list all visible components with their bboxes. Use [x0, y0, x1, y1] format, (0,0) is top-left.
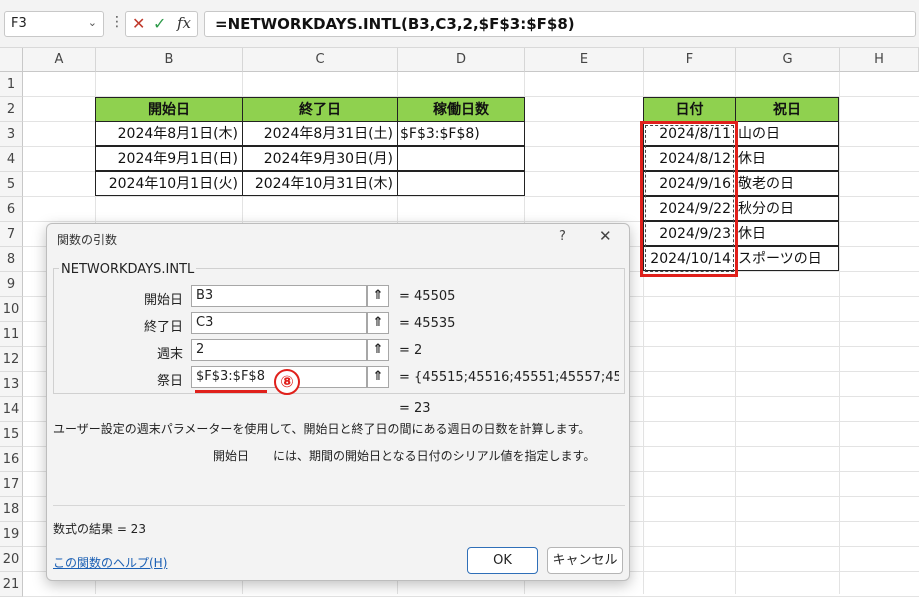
select-all-corner[interactable]	[0, 48, 23, 72]
collapse-ref-icon[interactable]: ⇑	[367, 339, 389, 361]
cell-c3[interactable]: 2024年8月31日(土)	[242, 121, 398, 146]
arg-result-start: = 45505	[399, 289, 456, 304]
row-header[interactable]: 21	[0, 572, 23, 597]
holiday-name-cell[interactable]: 秋分の日	[735, 196, 839, 221]
total-result: = 23	[399, 401, 431, 416]
annotation-step-badge: ⑧	[274, 369, 300, 395]
header-date[interactable]: 日付	[643, 97, 736, 122]
arg-help-text: には、期間の開始日となる日付のシリアル値を指定します。	[273, 449, 596, 463]
grid-line	[839, 72, 840, 594]
row-header[interactable]: 7	[0, 222, 23, 247]
row-header[interactable]: 17	[0, 472, 23, 497]
collapse-ref-icon[interactable]: ⇑	[367, 366, 389, 388]
cancel-icon[interactable]: ✕	[132, 14, 145, 33]
header-workdays[interactable]: 稼働日数	[397, 97, 525, 122]
name-box[interactable]: F3 ⌄	[4, 11, 104, 37]
holiday-name-cell[interactable]: 休日	[735, 221, 839, 246]
row-header[interactable]: 3	[0, 122, 23, 147]
row-header[interactable]: 8	[0, 247, 23, 272]
cell-d4[interactable]	[397, 146, 525, 171]
arg-result-weekend: = 2	[399, 343, 423, 358]
holiday-name-cell[interactable]: 休日	[735, 146, 839, 171]
arg-input-weekend[interactable]: 2	[191, 339, 367, 361]
formula-buttons: ✕ ✓ fx	[125, 11, 198, 37]
row-header[interactable]: 19	[0, 522, 23, 547]
collapse-ref-icon[interactable]: ⇑	[367, 312, 389, 334]
formula-input[interactable]: =NETWORKDAYS.INTL(B3,C3,2,$F$3:$F$8)	[204, 11, 916, 37]
row-header[interactable]: 14	[0, 397, 23, 422]
annotation-underline	[195, 390, 267, 393]
cell-b3[interactable]: 2024年8月1日(木)	[95, 121, 243, 146]
arg-input-end[interactable]: C3	[191, 312, 367, 334]
function-description: ユーザー設定の週末パラメーターを使用して、開始日と終了日の間にある週日の日数を計…	[53, 422, 591, 436]
row-header[interactable]: 16	[0, 447, 23, 472]
row-header[interactable]: 2	[0, 97, 23, 122]
arg-result-holidays: = {45515;45516;45551;45557;45558	[399, 370, 619, 385]
row-header[interactable]: 1	[0, 72, 23, 97]
row-header[interactable]: 13	[0, 372, 23, 397]
column-header[interactable]: E	[525, 48, 644, 72]
column-header[interactable]: F	[644, 48, 736, 72]
arg-label-end: 終了日	[143, 320, 183, 335]
header-end-date[interactable]: 終了日	[242, 97, 398, 122]
holiday-name-cell[interactable]: スポーツの日	[735, 246, 839, 271]
close-icon[interactable]: ✕	[599, 227, 612, 245]
row-header[interactable]: 18	[0, 497, 23, 522]
insert-function-icon[interactable]: fx	[177, 14, 191, 32]
function-help-link[interactable]: この関数のヘルプ(H)	[53, 554, 167, 571]
arg-input-start[interactable]: B3	[191, 285, 367, 307]
column-header[interactable]: A	[23, 48, 96, 72]
dialog-title: 関数の引数	[57, 233, 118, 247]
cell-c5[interactable]: 2024年10月31日(木)	[242, 171, 398, 196]
function-name: NETWORKDAYS.INTL	[59, 262, 197, 277]
holiday-name-cell[interactable]: 山の日	[735, 121, 839, 146]
name-box-value: F3	[11, 16, 27, 31]
check-icon[interactable]: ✓	[153, 14, 166, 33]
arg-help-label: 開始日	[213, 449, 250, 463]
arg-label-start: 開始日	[143, 293, 183, 308]
cell-c4[interactable]: 2024年9月30日(月)	[242, 146, 398, 171]
formula-bar: F3 ⌄ ⋮ ✕ ✓ fx =NETWORKDAYS.INTL(B3,C3,2,…	[0, 0, 919, 48]
divider	[53, 505, 625, 506]
column-header[interactable]: D	[398, 48, 525, 72]
arg-result-end: = 45535	[399, 316, 456, 331]
cell-d3[interactable]: $F$3:$F$8)	[397, 121, 525, 146]
arg-label-holidays: 祭日	[156, 374, 183, 389]
more-icon[interactable]: ⋮	[110, 14, 124, 30]
row-header[interactable]: 11	[0, 322, 23, 347]
header-start-date[interactable]: 開始日	[95, 97, 243, 122]
row-header[interactable]: 4	[0, 147, 23, 172]
row-header[interactable]: 10	[0, 297, 23, 322]
formula-result: 数式の結果 = 23	[53, 522, 146, 536]
row-header[interactable]: 20	[0, 547, 23, 572]
column-header[interactable]: G	[736, 48, 840, 72]
holiday-name-cell[interactable]: 敬老の日	[735, 171, 839, 196]
row-header[interactable]: 9	[0, 272, 23, 297]
row-header[interactable]: 15	[0, 422, 23, 447]
chevron-down-icon[interactable]: ⌄	[88, 16, 97, 29]
function-arguments-dialog: 関数の引数 ? ✕ NETWORKDAYS.INTL 開始日 B3 ⇑ = 45…	[46, 223, 630, 581]
help-icon[interactable]: ?	[559, 229, 566, 244]
row-header[interactable]: 5	[0, 172, 23, 197]
ok-button[interactable]: OK	[467, 547, 538, 574]
row-header[interactable]: 6	[0, 197, 23, 222]
cell-b5[interactable]: 2024年10月1日(火)	[95, 171, 243, 196]
selection-marquee	[645, 125, 734, 272]
cancel-button[interactable]: キャンセル	[547, 547, 623, 574]
header-holiday[interactable]: 祝日	[735, 97, 839, 122]
column-header[interactable]: B	[96, 48, 243, 72]
arg-label-weekend: 週末	[156, 347, 183, 362]
cell-b4[interactable]: 2024年9月1日(日)	[95, 146, 243, 171]
row-header[interactable]: 12	[0, 347, 23, 372]
cell-d5[interactable]	[397, 171, 525, 196]
collapse-ref-icon[interactable]: ⇑	[367, 285, 389, 307]
column-header[interactable]: H	[840, 48, 919, 72]
column-header[interactable]: C	[243, 48, 398, 72]
